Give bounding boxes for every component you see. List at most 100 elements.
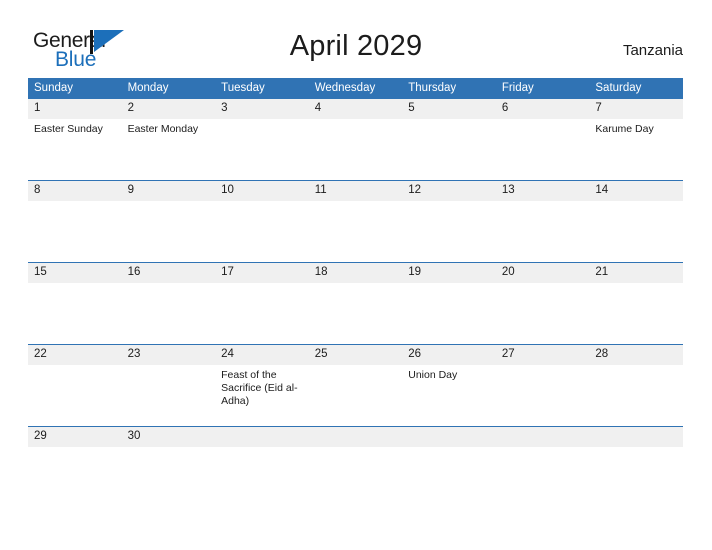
calendar-day-cell[interactable]: 23 xyxy=(121,344,216,427)
calendar-week-row: 29 30 xyxy=(28,426,683,448)
holiday-event-label: Easter Sunday xyxy=(34,123,103,135)
calendar-day-cell[interactable]: 26 Union Day xyxy=(402,344,496,427)
calendar-week-row: 15 16 17 18 19 20 21 xyxy=(28,262,683,345)
day-cell-inner: 25 xyxy=(308,345,403,426)
holiday-event-label: Easter Monday xyxy=(127,123,199,135)
calendar-day-cell[interactable]: 6 xyxy=(495,98,590,181)
country-label: Tanzania xyxy=(622,42,683,59)
day-cell-inner xyxy=(495,427,590,448)
day-cell-inner: 17 xyxy=(215,263,309,344)
day-number: 4 xyxy=(308,99,403,119)
calendar-day-cell[interactable]: 29 xyxy=(28,426,122,448)
calendar-day-cell[interactable] xyxy=(589,426,683,448)
calendar-day-cell[interactable]: 3 xyxy=(215,98,309,181)
day-cell-inner: 16 xyxy=(121,263,216,344)
calendar-day-cell[interactable]: 13 xyxy=(495,180,590,263)
calendar-day-cell[interactable]: 10 xyxy=(215,180,309,263)
calendar-day-cell[interactable]: 5 xyxy=(402,98,496,181)
calendar-day-cell[interactable]: 2 Easter Monday xyxy=(121,98,216,181)
calendar-day-cell[interactable]: 18 xyxy=(308,262,403,345)
day-number xyxy=(495,427,590,447)
calendar-day-cell[interactable]: 28 xyxy=(589,344,683,427)
day-number: 7 xyxy=(589,99,683,119)
calendar-week-row: 8 9 10 11 12 13 14 xyxy=(28,180,683,263)
day-number: 21 xyxy=(589,263,683,283)
day-cell-inner: 26 Union Day xyxy=(402,345,496,426)
calendar-day-cell[interactable]: 17 xyxy=(215,262,309,345)
day-number: 10 xyxy=(215,181,309,201)
day-cell-inner: 15 xyxy=(28,263,122,344)
calendar-day-cell[interactable]: 14 xyxy=(589,180,683,263)
holiday-event-label: Feast of the Sacrifice (Eid al-Adha) xyxy=(221,369,298,407)
day-cell-inner: 28 xyxy=(589,345,683,426)
day-cell-inner: 2 Easter Monday xyxy=(121,99,216,180)
weekday-header-sunday: Sunday xyxy=(28,78,122,99)
weekday-header-monday: Monday xyxy=(121,78,216,99)
holiday-event-label: Union Day xyxy=(408,369,458,381)
day-cell-inner: 5 xyxy=(402,99,496,180)
day-cell-inner: 22 xyxy=(28,345,122,426)
calendar-day-cell[interactable]: 22 xyxy=(28,344,122,427)
calendar-day-cell[interactable]: 12 xyxy=(402,180,496,263)
calendar-week-row: 1 Easter Sunday 2 Easter Monday 3 4 5 6 7 Karume … xyxy=(28,98,683,181)
page-title: April 2029 xyxy=(289,30,423,62)
calendar-day-cell[interactable]: 16 xyxy=(121,262,216,345)
day-number: 19 xyxy=(402,263,496,283)
day-number: 3 xyxy=(215,99,309,119)
calendar-day-cell[interactable]: 7 Karume Day xyxy=(589,98,683,181)
calendar-day-cell[interactable]: 4 xyxy=(308,98,403,181)
page-header: General Blue April 2029 Tanzania xyxy=(0,0,712,78)
day-number: 30 xyxy=(121,427,216,447)
day-cell-inner: 29 xyxy=(28,427,122,448)
day-number: 25 xyxy=(308,345,403,365)
day-events: Karume Day xyxy=(589,119,683,136)
day-number: 6 xyxy=(495,99,590,119)
day-number: 29 xyxy=(28,427,122,447)
calendar-day-cell[interactable]: 19 xyxy=(402,262,496,345)
day-cell-inner: 3 xyxy=(215,99,309,180)
day-number: 13 xyxy=(495,181,590,201)
calendar-day-cell[interactable] xyxy=(215,426,309,448)
day-cell-inner: 7 Karume Day xyxy=(589,99,683,180)
calendar-day-cell[interactable]: 30 xyxy=(121,426,216,448)
calendar-day-cell[interactable] xyxy=(308,426,403,448)
calendar-body: 1 Easter Sunday 2 Easter Monday 3 4 5 6 7 Karume … xyxy=(28,98,683,448)
day-number xyxy=(589,427,683,447)
day-cell-inner: 4 xyxy=(308,99,403,180)
day-number: 23 xyxy=(121,345,216,365)
day-cell-inner: 1 Easter Sunday xyxy=(28,99,122,180)
weekday-header-thursday: Thursday xyxy=(402,78,496,99)
day-cell-inner: 8 xyxy=(28,181,122,262)
calendar-day-cell[interactable]: 21 xyxy=(589,262,683,345)
calendar-day-cell[interactable]: 9 xyxy=(121,180,216,263)
day-number: 20 xyxy=(495,263,590,283)
day-cell-inner: 20 xyxy=(495,263,590,344)
calendar-day-cell[interactable]: 15 xyxy=(28,262,122,345)
calendar-day-cell[interactable]: 20 xyxy=(495,262,590,345)
calendar-day-cell[interactable] xyxy=(402,426,496,448)
calendar-day-cell[interactable]: 24 Feast of the Sacrifice (Eid al-Adha) xyxy=(215,344,309,427)
day-events: Feast of the Sacrifice (Eid al-Adha) xyxy=(215,365,309,408)
calendar-day-cell[interactable]: 25 xyxy=(308,344,403,427)
day-number: 22 xyxy=(28,345,122,365)
day-cell-inner: 12 xyxy=(402,181,496,262)
weekday-header-wednesday: Wednesday xyxy=(308,78,403,99)
day-cell-inner: 19 xyxy=(402,263,496,344)
day-number: 12 xyxy=(402,181,496,201)
calendar-header-row: Sunday Monday Tuesday Wednesday Thursday… xyxy=(28,78,683,99)
calendar-day-cell[interactable]: 8 xyxy=(28,180,122,263)
calendar-day-cell[interactable]: 11 xyxy=(308,180,403,263)
day-number: 11 xyxy=(308,181,403,201)
day-cell-inner: 23 xyxy=(121,345,216,426)
day-cell-inner: 9 xyxy=(121,181,216,262)
day-number: 24 xyxy=(215,345,309,365)
day-number: 8 xyxy=(28,181,122,201)
day-number: 5 xyxy=(402,99,496,119)
calendar-day-cell[interactable] xyxy=(495,426,590,448)
calendar-day-cell[interactable]: 1 Easter Sunday xyxy=(28,98,122,181)
day-number: 27 xyxy=(495,345,590,365)
calendar-day-cell[interactable]: 27 xyxy=(495,344,590,427)
day-cell-inner: 18 xyxy=(308,263,403,344)
day-number xyxy=(215,427,309,447)
day-cell-inner: 30 xyxy=(121,427,216,448)
